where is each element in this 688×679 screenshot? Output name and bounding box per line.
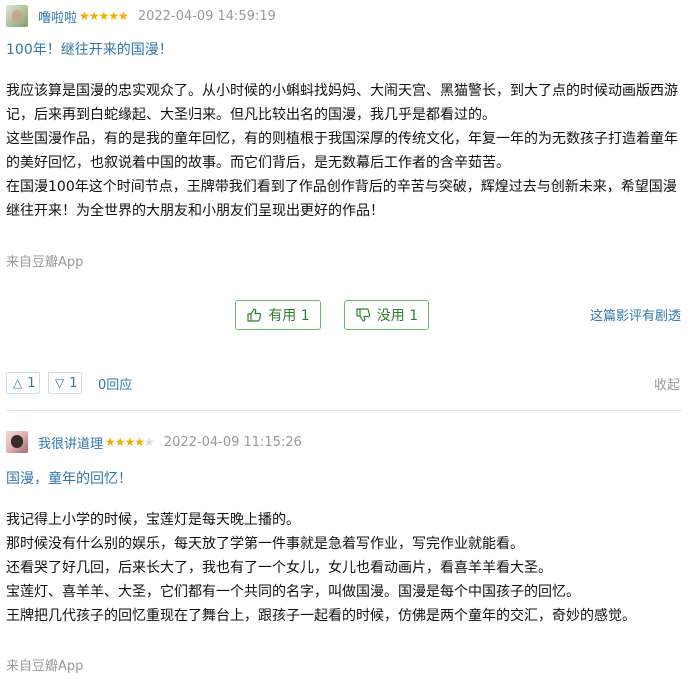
- review-title[interactable]: 国漫，童年的回忆！: [6, 468, 132, 488]
- triangle-up-icon: △: [13, 376, 23, 390]
- paragraph: 那时候没有什么别的娱乐，每天放了学第一件事就是急着写作业，写完作业就能看。: [6, 536, 524, 552]
- upvote-button[interactable]: △ 1: [6, 372, 40, 394]
- paragraph: 我记得上小学的时候，宝莲灯是每天晚上播的。: [6, 512, 300, 528]
- review-card: 我很讲道理 ★★★★★ 2022-04-09 11:15:26 国漫，童年的回忆…: [0, 422, 688, 679]
- collapse-link[interactable]: 收起: [654, 374, 680, 393]
- paragraph: 宝莲灯、喜羊羊、大圣，它们都有一个共同的名字，叫做国漫。国漫是每个中国孩子的回忆…: [6, 584, 580, 600]
- thumb-down-icon: [356, 308, 370, 322]
- useless-button[interactable]: 没用 1: [344, 300, 429, 330]
- star-filled-icons: ★★★★: [105, 435, 145, 449]
- review-time: 2022-04-09 11:15:26: [163, 434, 302, 450]
- avatar[interactable]: [6, 5, 28, 27]
- paragraph: 记，后来再到白蛇缘起、大圣归来。但凡比较出名的国漫，我几乎是都看过的。: [6, 107, 496, 123]
- reply-link[interactable]: 0回应: [98, 374, 132, 393]
- paragraph: 还看哭了好几回，后来长大了，我也有了一个女儿，女儿也看动画片，看喜羊羊看大圣。: [6, 560, 552, 576]
- review-header: 噜啦啦 ★★★★★ 2022-04-09 14:59:19: [6, 4, 276, 28]
- review-time: 2022-04-09 14:59:19: [137, 8, 276, 24]
- upvote-count: 1: [27, 375, 36, 391]
- paragraph: 的美好回忆，也叙说着中国的故事。而它们背后，是无数幕后工作者的含辛茹苦。: [6, 155, 510, 171]
- rating-stars: ★★★★★: [79, 9, 129, 23]
- paragraph: 王牌把几代孩子的回忆重现在了舞台上，跟孩子一起看的时候，仿佛是两个童年的交汇，奇…: [6, 608, 636, 624]
- review-card: 噜啦啦 ★★★★★ 2022-04-09 14:59:19 100年！继往开来的…: [0, 0, 688, 405]
- paragraph: 在国漫100年这个时间节点，王牌带我们看到了作品创作背后的辛苦与突破，辉煌过去与…: [6, 179, 677, 195]
- source-label: 来自豆瓣App: [6, 659, 84, 674]
- spoiler-report-link[interactable]: 这篇影评有剧透: [590, 305, 681, 324]
- thumb-up-icon: [247, 308, 262, 322]
- divider: [6, 410, 682, 411]
- avatar[interactable]: [6, 431, 28, 453]
- review-header: 我很讲道理 ★★★★★ 2022-04-09 11:15:26: [6, 430, 302, 454]
- useful-button[interactable]: 有用 1: [235, 300, 321, 330]
- paragraph: 我应该算是国漫的忠实观众了。从小时候的小蝌蚪找妈妈、大闹天宫、黑猫警长，到大了点…: [6, 83, 678, 99]
- triangle-down-icon: ▽: [55, 376, 65, 390]
- paragraph: 这些国漫作品，有的是我的童年回忆，有的则植根于我国深厚的传统文化，年复一年的为无…: [6, 131, 678, 147]
- review-content: 我应该算是国漫的忠实观众了。从小时候的小蝌蚪找妈妈、大闹天宫、黑猫警长，到大了点…: [6, 79, 682, 223]
- useless-label: 没用 1: [376, 308, 419, 324]
- downvote-button[interactable]: ▽ 1: [48, 372, 82, 394]
- review-content: 我记得上小学的时候，宝莲灯是每天晚上播的。 那时候没有什么别的娱乐，每天放了学第…: [6, 508, 682, 628]
- star-filled-icons: ★★★★★: [79, 9, 129, 23]
- downvote-count: 1: [69, 375, 78, 391]
- username[interactable]: 我很讲道理: [38, 433, 103, 452]
- review-title[interactable]: 100年！继往开来的国漫！: [6, 39, 173, 59]
- useful-label: 有用 1: [268, 308, 310, 324]
- paragraph: 继往开来！为全世界的大朋友和小朋友们呈现出更好的作品！: [6, 203, 384, 219]
- rating-stars: ★★★★★: [105, 435, 155, 449]
- star-empty-icons: ★: [144, 435, 155, 449]
- username[interactable]: 噜啦啦: [38, 7, 77, 26]
- source-label: 来自豆瓣App: [6, 255, 84, 270]
